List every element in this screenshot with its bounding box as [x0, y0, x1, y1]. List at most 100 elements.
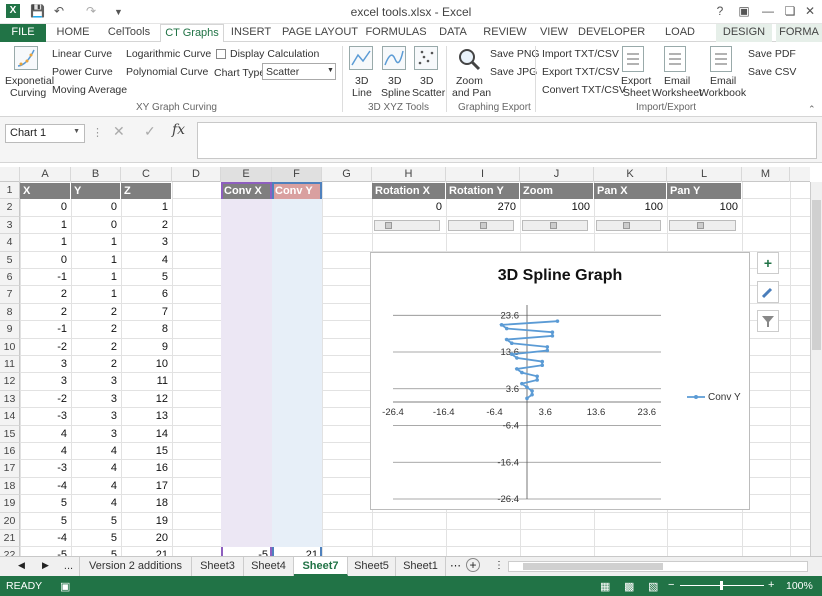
page-layout-view-icon[interactable]: ▩	[624, 580, 634, 593]
column-header[interactable]: F	[272, 167, 322, 182]
table-cell[interactable]: 0	[20, 199, 71, 216]
table-cell[interactable]: 18	[121, 495, 172, 512]
export-sheet-label-1[interactable]: Export	[621, 75, 651, 87]
param-scroll-thumb[interactable]	[385, 221, 393, 229]
tab-split-icon[interactable]: ⋮	[494, 560, 504, 571]
chart-type-select[interactable]: Scatter ▼	[262, 63, 336, 80]
table-cell[interactable]: 1	[71, 286, 121, 303]
table-cell[interactable]: 4	[71, 478, 121, 495]
table-cell[interactable]: 8	[121, 321, 172, 338]
row-header[interactable]: 9	[0, 321, 20, 339]
convert-txt-csv-button[interactable]: Convert TXT/CSV	[542, 84, 626, 96]
table-cell[interactable]: 3	[71, 373, 121, 390]
table-cell[interactable]: 1	[71, 234, 121, 251]
chart-3d-spline[interactable]: 3D Spline Graph -26.4 -16.4 -6.4 3.6 13.6 23.6…	[370, 252, 750, 510]
tab-page-layout[interactable]: PAGE LAYOUT	[280, 24, 360, 42]
export-sheet-label-2[interactable]: Sheet	[623, 87, 650, 99]
moving-average-button[interactable]: Moving Average	[52, 84, 127, 96]
export-txt-csv-button[interactable]: Export TXT/CSV	[542, 66, 619, 78]
param-value-rotx[interactable]: 0	[372, 199, 446, 216]
table-cell[interactable]: 7	[121, 304, 172, 321]
close-button[interactable]: ✕	[800, 2, 820, 20]
tab-developer[interactable]: DEVELOPER	[578, 24, 645, 42]
table-cell[interactable]: 13	[121, 408, 172, 425]
chart-styles-brush-icon[interactable]	[757, 281, 779, 303]
new-sheet-icon[interactable]: +	[466, 558, 480, 572]
row-header[interactable]: 21	[0, 530, 20, 548]
row-header[interactable]: 12	[0, 373, 20, 391]
tab-review[interactable]: REVIEW	[480, 24, 530, 42]
tab-format[interactable]: FORMA	[776, 24, 822, 42]
table-cell[interactable]: -1	[20, 321, 71, 338]
row-header[interactable]: 5	[0, 251, 20, 269]
table-cell[interactable]: 15	[121, 443, 172, 460]
table-cell[interactable]: -2	[20, 339, 71, 356]
param-scrollbar[interactable]	[448, 219, 514, 231]
row-header[interactable]: 15	[0, 425, 20, 443]
sheet-tab[interactable]: Sheet3	[192, 557, 244, 576]
tab-data[interactable]: DATA	[432, 24, 474, 42]
tab-load-test[interactable]: LOAD TEST	[650, 24, 710, 55]
3d-line-icon[interactable]	[349, 46, 373, 70]
more-sheets-icon[interactable]: ⋯	[450, 559, 461, 572]
export-sheet-icon[interactable]	[622, 46, 644, 72]
table-cell[interactable]: 11	[121, 373, 172, 390]
table-cell[interactable]: 2	[71, 356, 121, 373]
table-cell[interactable]: 3	[121, 234, 172, 251]
table-cell[interactable]: 4	[121, 252, 172, 269]
column-header[interactable]: H	[372, 167, 446, 182]
table-cell[interactable]: 17	[121, 478, 172, 495]
tab-celtools[interactable]: CelTools	[100, 24, 158, 42]
param-scroll-thumb[interactable]	[623, 221, 631, 229]
column-header[interactable]: D	[172, 167, 221, 182]
param-scrollbar[interactable]	[596, 219, 661, 231]
table-cell[interactable]: 3	[20, 356, 71, 373]
page-break-view-icon[interactable]: ▧	[648, 580, 658, 593]
table-cell[interactable]: 5	[71, 513, 121, 530]
column-header[interactable]: K	[594, 167, 667, 182]
save-png-button[interactable]: Save PNG	[490, 48, 540, 60]
row-header[interactable]: 1	[0, 182, 20, 200]
table-cell[interactable]: -4	[20, 478, 71, 495]
horizontal-scroll-thumb[interactable]	[523, 563, 663, 570]
email-workbook-label-1[interactable]: Email	[710, 75, 736, 87]
table-cell[interactable]: 0	[71, 199, 121, 216]
column-header[interactable]: J	[520, 167, 594, 182]
sheet-tab-more[interactable]: ...	[58, 557, 80, 576]
table-cell[interactable]: 2	[71, 304, 121, 321]
param-scroll-thumb[interactable]	[549, 221, 557, 229]
linear-curve-button[interactable]: Linear Curve	[52, 48, 112, 60]
header-zoom[interactable]: Zoom	[520, 183, 594, 200]
vertical-scrollbar[interactable]	[810, 182, 822, 556]
table-cell[interactable]: 1	[71, 269, 121, 286]
row-header[interactable]: 14	[0, 408, 20, 426]
table-cell[interactable]: 5	[121, 269, 172, 286]
table-cell[interactable]: 10	[121, 356, 172, 373]
table-cell[interactable]: 20	[121, 530, 172, 547]
table-cell[interactable]: 1	[71, 252, 121, 269]
header-pan-y[interactable]: Pan Y	[667, 183, 742, 200]
table-cell[interactable]: 4	[20, 426, 71, 443]
tab-formulas[interactable]: FORMULAS	[364, 24, 428, 42]
zoom-label-1[interactable]: Zoom	[456, 75, 483, 87]
row-header[interactable]: 11	[0, 356, 20, 374]
table-cell[interactable]: 4	[71, 443, 121, 460]
help-icon[interactable]: ?	[710, 2, 730, 20]
param-value-pany[interactable]: 100	[667, 199, 742, 216]
param-scroll-thumb[interactable]	[697, 221, 705, 229]
ribbon-display-icon[interactable]: ▣	[734, 2, 754, 20]
table-cell[interactable]: -3	[20, 460, 71, 477]
row-header[interactable]: 8	[0, 303, 20, 322]
zoom-slider-thumb[interactable]	[720, 581, 723, 590]
param-scroll-thumb[interactable]	[479, 221, 487, 229]
column-header[interactable]: M	[742, 167, 790, 182]
column-header[interactable]: G	[322, 167, 372, 182]
table-cell[interactable]: 3	[20, 373, 71, 390]
polynomial-curve-button[interactable]: Polynomial Curve	[126, 66, 208, 78]
save-csv-button[interactable]: Save CSV	[748, 66, 796, 78]
tab-home[interactable]: HOME	[50, 24, 96, 42]
row-header[interactable]: 13	[0, 390, 20, 409]
zoom-magnifier-icon[interactable]	[456, 46, 482, 72]
row-header[interactable]: 7	[0, 286, 20, 304]
restore-button[interactable]: ❏	[780, 2, 800, 20]
